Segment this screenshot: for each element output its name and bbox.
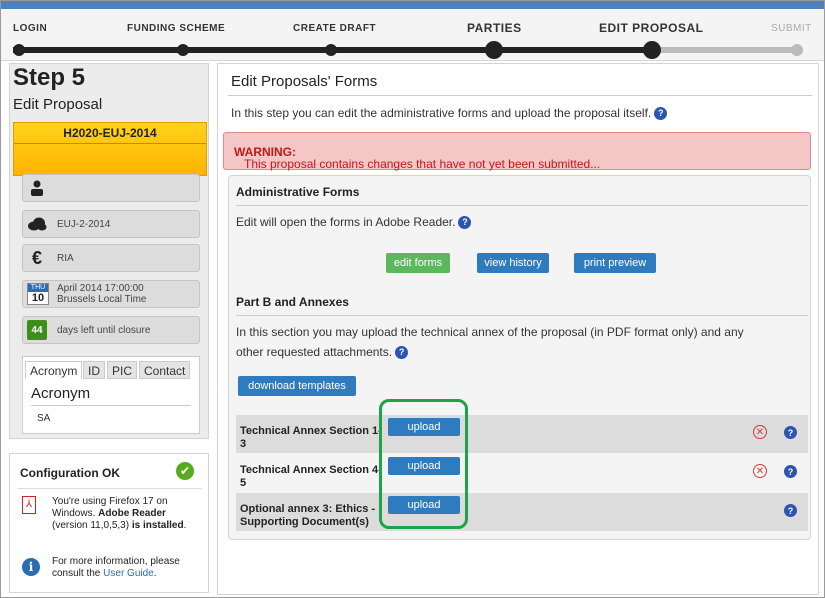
person-icon (27, 178, 47, 198)
tab-contact[interactable]: Contact (139, 361, 191, 379)
acronym-value: SA (37, 413, 51, 424)
config-more-info: For more information, please consult the… (52, 556, 180, 579)
annex-label: Technical Annex Section 4-5 (240, 464, 382, 489)
warning-text: This proposal contains changes that have… (244, 157, 601, 171)
annex-row: Technical Annex Section 1-3 upload ✕ ? (236, 415, 808, 453)
step-parties: PARTIES (467, 21, 522, 35)
topic-value: EUJ-2-2014 (57, 219, 111, 230)
step-dot-login (13, 44, 25, 56)
acronym-panel: Acronym ID PIC Contact Acronym SA (22, 356, 200, 434)
part-b-title: Part B and Annexes (236, 295, 349, 309)
help-icon[interactable]: ? (395, 345, 409, 359)
step-dot-edit-proposal (643, 41, 661, 59)
warning-banner: WARNING: This proposal contains changes … (223, 132, 811, 171)
step-funding-scheme: FUNDING SCHEME (127, 23, 226, 34)
progress-steps: LOGIN FUNDING SCHEME CREATE DRAFT PARTIE… (1, 9, 824, 61)
call-identifier-box: H2020-EUJ-2014 (13, 122, 207, 176)
help-icon[interactable]: ? (784, 504, 797, 517)
annex-label: Technical Annex Section 1-3 (240, 425, 382, 450)
topic-row: EUJ-2-2014 (22, 210, 200, 238)
step-subtitle: Edit Proposal (13, 96, 103, 113)
forms-panel: Administrative Forms Edit will open the … (228, 175, 811, 540)
edit-forms-button[interactable]: edit forms (386, 253, 450, 273)
help-icon[interactable]: ? (784, 426, 797, 439)
help-icon[interactable]: ? (458, 215, 472, 229)
app-frame: LOGIN FUNDING SCHEME CREATE DRAFT PARTIE… (0, 0, 825, 598)
tab-acronym[interactable]: Acronym (25, 361, 83, 379)
delete-icon[interactable]: ✕ (753, 464, 767, 478)
deadline-row: THU 10 April 2014 17:00:00 Brussels Loca… (22, 280, 200, 308)
step-dot-submit (791, 44, 803, 56)
top-accent-bar (1, 1, 824, 9)
config-text: You're using Firefox 17 on Windows. Adob… (52, 496, 187, 531)
intro-text: In this step you can edit the administra… (231, 106, 668, 120)
action-type-row: € RIA (22, 244, 200, 272)
call-id: H2020-EUJ-2014 (63, 126, 157, 140)
user-guide-link[interactable]: User Guide (103, 568, 154, 579)
main-panel: Edit Proposals' Forms In this step you c… (217, 63, 819, 595)
tab-pic[interactable]: PIC (107, 361, 138, 379)
page-title: Edit Proposals' Forms (231, 73, 378, 90)
deadline-date: April 2014 17:00:00 (57, 283, 144, 294)
step-edit-proposal: EDIT PROPOSAL (599, 21, 704, 35)
step-dot-funding-scheme (177, 44, 189, 56)
annex-row: Optional annex 3: Ethics - Supporting Do… (236, 493, 808, 531)
action-type-value: RIA (57, 253, 74, 264)
pdf-icon: ⅄ (22, 496, 36, 514)
person-row (22, 174, 200, 202)
check-icon: ✔ (176, 462, 194, 480)
step-create-draft: CREATE DRAFT (293, 23, 377, 34)
step-dot-parties (485, 41, 503, 59)
admin-forms-title: Administrative Forms (236, 185, 360, 199)
config-title: Configuration OK (20, 466, 120, 480)
annex-label: Optional annex 3: Ethics - Supporting Do… (240, 503, 376, 528)
delete-icon[interactable]: ✕ (753, 425, 767, 439)
view-history-button[interactable]: view history (477, 253, 549, 273)
step-login: LOGIN (13, 23, 48, 34)
deadline-timezone: Brussels Local Time (57, 294, 147, 305)
download-templates-button[interactable]: download templates (238, 376, 356, 396)
tab-id[interactable]: ID (83, 361, 105, 379)
days-left-row: 44 days left until closure (22, 316, 200, 344)
configuration-box: Configuration OK ✔ ⅄ You're using Firefo… (9, 453, 209, 593)
step-dot-create-draft (325, 44, 337, 56)
help-icon[interactable]: ? (654, 106, 668, 120)
admin-forms-text: Edit will open the forms in Adobe Reader… (236, 212, 472, 232)
days-left-label: days left until closure (57, 325, 151, 336)
part-b-text: In this section you may upload the techn… (236, 325, 744, 359)
step-submit: SUBMIT (771, 23, 812, 34)
days-left-count: 44 (27, 320, 47, 340)
print-preview-button[interactable]: print preview (574, 253, 656, 273)
euro-icon: € (31, 247, 42, 268)
sidebar: Step 5 Edit Proposal H2020-EUJ-2014 EUJ-… (9, 63, 209, 439)
help-icon[interactable]: ? (784, 465, 797, 478)
progress-track-remaining (651, 47, 801, 53)
step-title: Step 5 (13, 64, 86, 91)
calendar-icon: THU 10 (27, 283, 49, 305)
info-icon: i (22, 558, 40, 576)
acronym-title: Acronym (31, 385, 91, 402)
upload-highlight-box (379, 399, 468, 529)
cloud-icon (27, 214, 47, 234)
annex-row: Technical Annex Section 4-5 upload ✕ ? (236, 454, 808, 492)
